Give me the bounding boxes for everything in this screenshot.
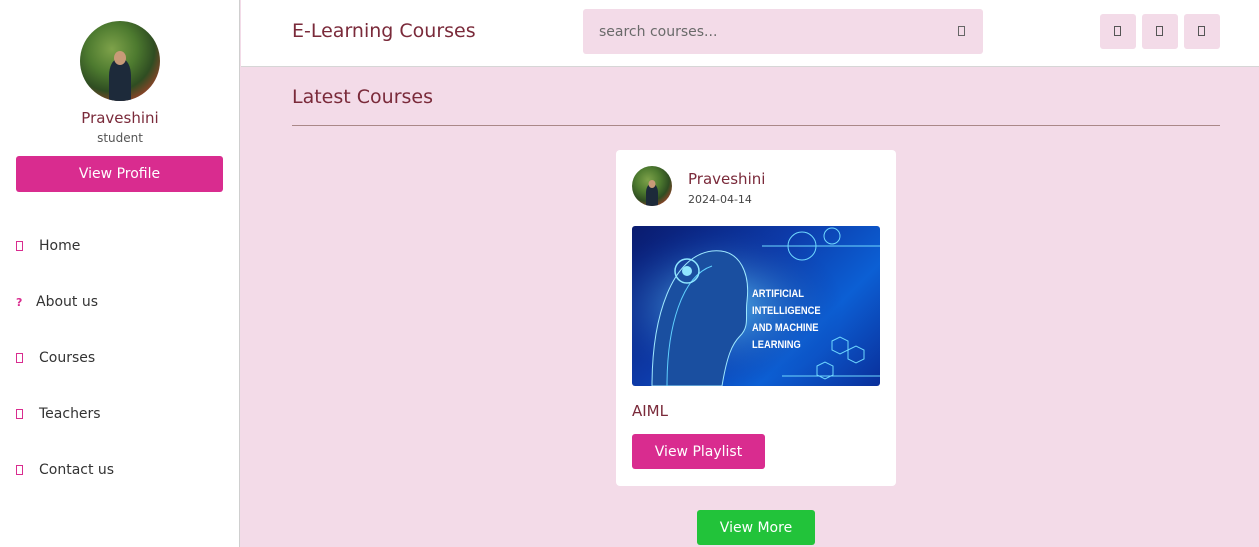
menu-button[interactable] bbox=[1100, 14, 1136, 49]
sidebar-item-contact[interactable]: Contact us bbox=[16, 458, 114, 482]
thumbnail-text-line1: ARTIFICIAL INTELLIGENCE bbox=[752, 288, 821, 317]
sidebar-item-label: About us bbox=[36, 294, 99, 310]
course-thumbnail[interactable]: ARTIFICIAL INTELLIGENCE AND MACHINE LEAR… bbox=[632, 226, 880, 386]
sidebar-item-teachers[interactable]: Teachers bbox=[16, 402, 101, 426]
profile-name: Praveshini bbox=[81, 109, 159, 127]
course-date: 2024-04-14 bbox=[688, 193, 752, 206]
avatar-head bbox=[648, 180, 656, 188]
search-box bbox=[583, 9, 983, 54]
user-button[interactable] bbox=[1142, 14, 1178, 49]
teachers-icon bbox=[16, 409, 23, 419]
theme-toggle-button[interactable] bbox=[1184, 14, 1220, 49]
sidebar: Praveshini student View Profile Home ? A… bbox=[0, 0, 240, 547]
view-profile-button[interactable]: View Profile bbox=[16, 156, 223, 192]
tutor-avatar bbox=[632, 166, 672, 206]
site-logo[interactable]: E-Learning Courses bbox=[292, 20, 476, 42]
courses-icon bbox=[16, 353, 23, 363]
profile-avatar[interactable] bbox=[80, 21, 160, 101]
sidebar-item-about[interactable]: ? About us bbox=[16, 290, 98, 314]
sidebar-item-label: Courses bbox=[39, 350, 96, 366]
search-input[interactable] bbox=[583, 9, 943, 54]
tutor-name: Praveshini bbox=[688, 170, 766, 188]
user-icon bbox=[1156, 26, 1163, 36]
section-divider bbox=[292, 125, 1220, 126]
course-title: AIML bbox=[632, 402, 668, 420]
thumbnail-text-line2: AND MACHINE LEARNING bbox=[752, 322, 819, 351]
view-playlist-button[interactable]: View Playlist bbox=[632, 434, 765, 469]
menu-icon bbox=[1114, 26, 1121, 36]
search-icon[interactable] bbox=[958, 26, 965, 36]
avatar-figure bbox=[109, 59, 131, 101]
section-title: Latest Courses bbox=[292, 86, 433, 108]
view-more-button[interactable]: View More bbox=[697, 510, 815, 545]
sidebar-item-label: Teachers bbox=[39, 406, 101, 422]
course-card: Praveshini 2024-04-14 ARTIFICIAL INTELLI… bbox=[616, 150, 896, 486]
theme-toggle-icon bbox=[1198, 26, 1205, 36]
sidebar-item-label: Contact us bbox=[39, 462, 115, 478]
sidebar-item-home[interactable]: Home bbox=[16, 234, 80, 258]
sidebar-item-courses[interactable]: Courses bbox=[16, 346, 95, 370]
thumbnail-text: ARTIFICIAL INTELLIGENCE AND MACHINE LEAR… bbox=[752, 286, 861, 354]
avatar-head bbox=[114, 51, 126, 65]
home-icon bbox=[16, 241, 23, 251]
header: E-Learning Courses bbox=[241, 0, 1259, 67]
contact-icon bbox=[16, 465, 23, 475]
profile-role: student bbox=[97, 131, 143, 145]
sidebar-item-label: Home bbox=[39, 238, 81, 254]
question-icon: ? bbox=[16, 295, 23, 309]
